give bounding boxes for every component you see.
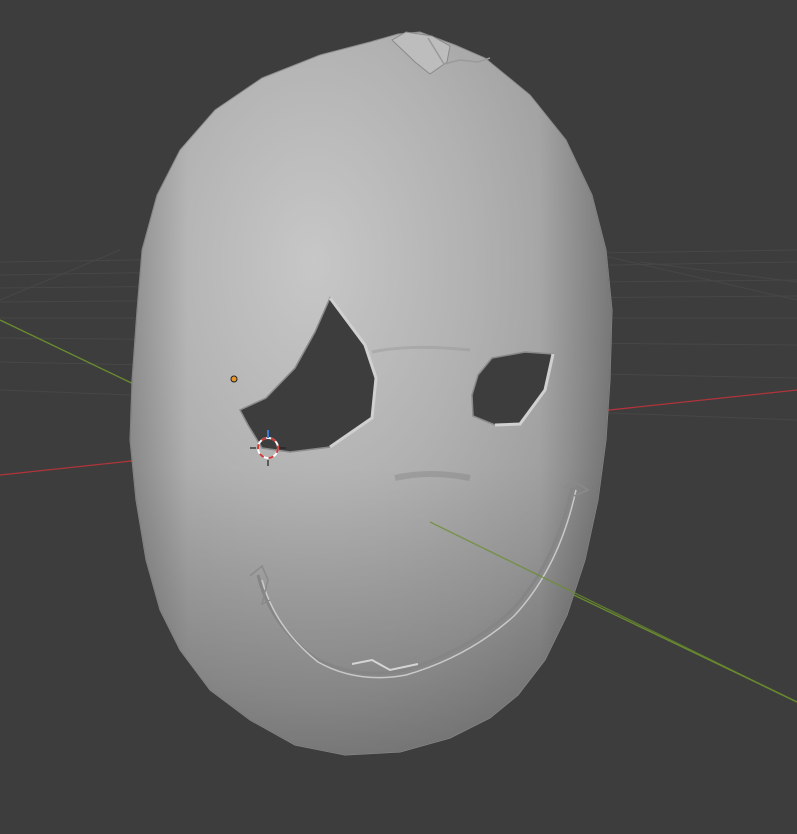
mask-mesh[interactable] bbox=[129, 31, 613, 756]
viewport-canvas[interactable] bbox=[0, 0, 797, 834]
object-origin-dot[interactable] bbox=[230, 375, 238, 383]
3d-viewport[interactable] bbox=[0, 0, 797, 834]
